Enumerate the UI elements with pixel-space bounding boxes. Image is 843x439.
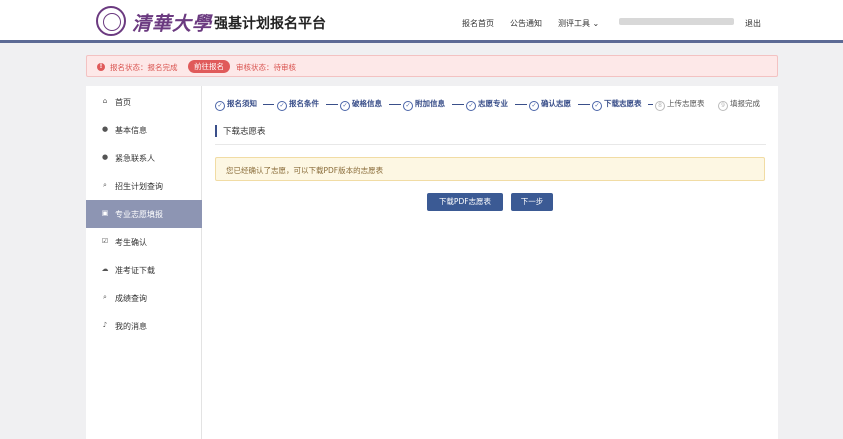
sidebar-item-label: 基本信息 bbox=[115, 126, 147, 135]
check-circle-icon: ✓ bbox=[466, 101, 476, 111]
step-4: ✓ 附加信息 bbox=[403, 98, 445, 111]
step-label: 破格信息 bbox=[352, 99, 382, 108]
sidebar-item-label: 首页 bbox=[115, 98, 131, 107]
next-step-button[interactable]: 下一步 bbox=[511, 193, 553, 211]
step-label: 报名须知 bbox=[227, 99, 257, 108]
sidebar-item-label: 紧急联系人 bbox=[115, 154, 155, 163]
nav-home[interactable]: 报名首页 bbox=[462, 18, 494, 29]
home-icon: ⌂ bbox=[102, 97, 108, 105]
step-label: 下载志愿表 bbox=[604, 99, 642, 108]
registration-status: 报名状态：报名完成 bbox=[110, 63, 178, 72]
download-pdf-button[interactable]: 下载PDF志愿表 bbox=[427, 193, 503, 211]
university-seal-icon bbox=[96, 6, 126, 36]
review-status: 审核状态：待审核 bbox=[236, 63, 296, 72]
step-label: 确认志愿 bbox=[541, 99, 571, 108]
info-notice: 您已经确认了志愿，可以下载PDF版本的志愿表 bbox=[215, 157, 765, 181]
sidebar-item-label: 招生计划查询 bbox=[115, 182, 163, 191]
warning-icon: ! bbox=[97, 63, 105, 71]
check-circle-icon: ✓ bbox=[529, 101, 539, 111]
step-connector bbox=[578, 104, 590, 105]
step-connector bbox=[326, 104, 338, 105]
user-icon: ● bbox=[101, 125, 109, 133]
step-6: ✓ 确认志愿 bbox=[529, 98, 571, 111]
search-icon: ⌕ bbox=[103, 181, 107, 189]
step-number-icon: 8 bbox=[655, 101, 665, 111]
site-title: 强基计划报名平台 bbox=[214, 16, 326, 32]
status-alert: ! 报名状态：报名完成 前往报名 审核状态：待审核 bbox=[86, 55, 778, 77]
step-label: 上传志愿表 bbox=[667, 99, 705, 108]
step-1: ✓ 报名须知 bbox=[215, 98, 257, 111]
step-3: ✓ 破格信息 bbox=[340, 98, 382, 111]
step-label: 附加信息 bbox=[415, 99, 445, 108]
sidebar-item-label: 考生确认 bbox=[115, 238, 147, 247]
sidebar-item-basic-info[interactable]: ● 基本信息 bbox=[86, 116, 202, 144]
main-panel: ✓ 报名须知 ✓ 报名条件 ✓ 破格信息 ✓ 附加信息 ✓ 志愿专业 ✓ 确认志愿 ✓ 下载志… bbox=[202, 86, 778, 439]
cloud-download-icon: ☁ bbox=[101, 265, 109, 273]
step-label: 填报完成 bbox=[730, 99, 760, 108]
step-number-icon: 9 bbox=[718, 101, 728, 111]
nav-tools[interactable]: 测评工具 ⌄ bbox=[558, 18, 599, 29]
check-circle-icon: ✓ bbox=[592, 101, 602, 111]
university-logo-text: 清華大學 bbox=[132, 13, 213, 35]
step-connector bbox=[389, 104, 401, 105]
logout-link[interactable]: 退出 bbox=[745, 18, 761, 29]
sidebar-item-label: 我的消息 bbox=[115, 322, 147, 331]
sidebar-item-label: 成绩查询 bbox=[115, 294, 147, 303]
check-doc-icon: ☑ bbox=[101, 237, 109, 245]
step-8: 8 上传志愿表 bbox=[655, 98, 705, 111]
sidebar-item-admission-ticket[interactable]: ☁ 准考证下载 bbox=[86, 256, 202, 284]
step-9: 9 填报完成 bbox=[718, 98, 760, 111]
user-icon: ● bbox=[101, 153, 109, 161]
sidebar-item-major-application[interactable]: ▣ 专业志愿填报 bbox=[86, 200, 202, 228]
sidebar-item-messages[interactable]: ♪ 我的消息 bbox=[86, 312, 202, 340]
divider bbox=[215, 144, 766, 145]
bell-icon: ♪ bbox=[102, 321, 108, 329]
sidebar-item-label: 专业志愿填报 bbox=[115, 210, 163, 219]
sidebar-item-score-query[interactable]: ⌕ 成绩查询 bbox=[86, 284, 202, 312]
sidebar-item-label: 准考证下载 bbox=[115, 266, 155, 275]
form-icon: ▣ bbox=[101, 209, 109, 217]
sidebar-item-enrollment-plan[interactable]: ⌕ 招生计划查询 bbox=[86, 172, 202, 200]
search-icon: ⌕ bbox=[103, 293, 107, 301]
check-circle-icon: ✓ bbox=[403, 101, 413, 111]
step-7: ✓ 下载志愿表 bbox=[592, 98, 642, 111]
step-connector bbox=[263, 104, 274, 105]
step-2: ✓ 报名条件 bbox=[277, 98, 319, 111]
user-name[interactable] bbox=[619, 18, 734, 25]
step-5: ✓ 志愿专业 bbox=[466, 98, 508, 111]
sidebar-item-home[interactable]: ⌂ 首页 bbox=[86, 88, 202, 116]
step-connector bbox=[452, 104, 464, 105]
step-connector bbox=[515, 104, 527, 105]
step-label: 志愿专业 bbox=[478, 99, 508, 108]
goto-registration-button[interactable]: 前往报名 bbox=[188, 60, 230, 73]
sidebar-item-candidate-confirm[interactable]: ☑ 考生确认 bbox=[86, 228, 202, 256]
check-circle-icon: ✓ bbox=[277, 101, 287, 111]
sidebar-item-emergency-contact[interactable]: ● 紧急联系人 bbox=[86, 144, 202, 172]
step-connector bbox=[648, 104, 653, 105]
check-circle-icon: ✓ bbox=[215, 101, 225, 111]
section-title: 下载志愿表 bbox=[215, 125, 266, 137]
top-header: 清華大學 强基计划报名平台 报名首页 公告通知 测评工具 ⌄ 退出 bbox=[0, 0, 843, 43]
check-circle-icon: ✓ bbox=[340, 101, 350, 111]
step-label: 报名条件 bbox=[289, 99, 319, 108]
notice-text: 您已经确认了志愿，可以下载PDF版本的志愿表 bbox=[226, 166, 384, 175]
nav-notices[interactable]: 公告通知 bbox=[510, 18, 542, 29]
sidebar: ⌂ 首页 ● 基本信息 ● 紧急联系人 ⌕ 招生计划查询 ▣ 专业志愿填报 ☑ … bbox=[86, 86, 202, 439]
